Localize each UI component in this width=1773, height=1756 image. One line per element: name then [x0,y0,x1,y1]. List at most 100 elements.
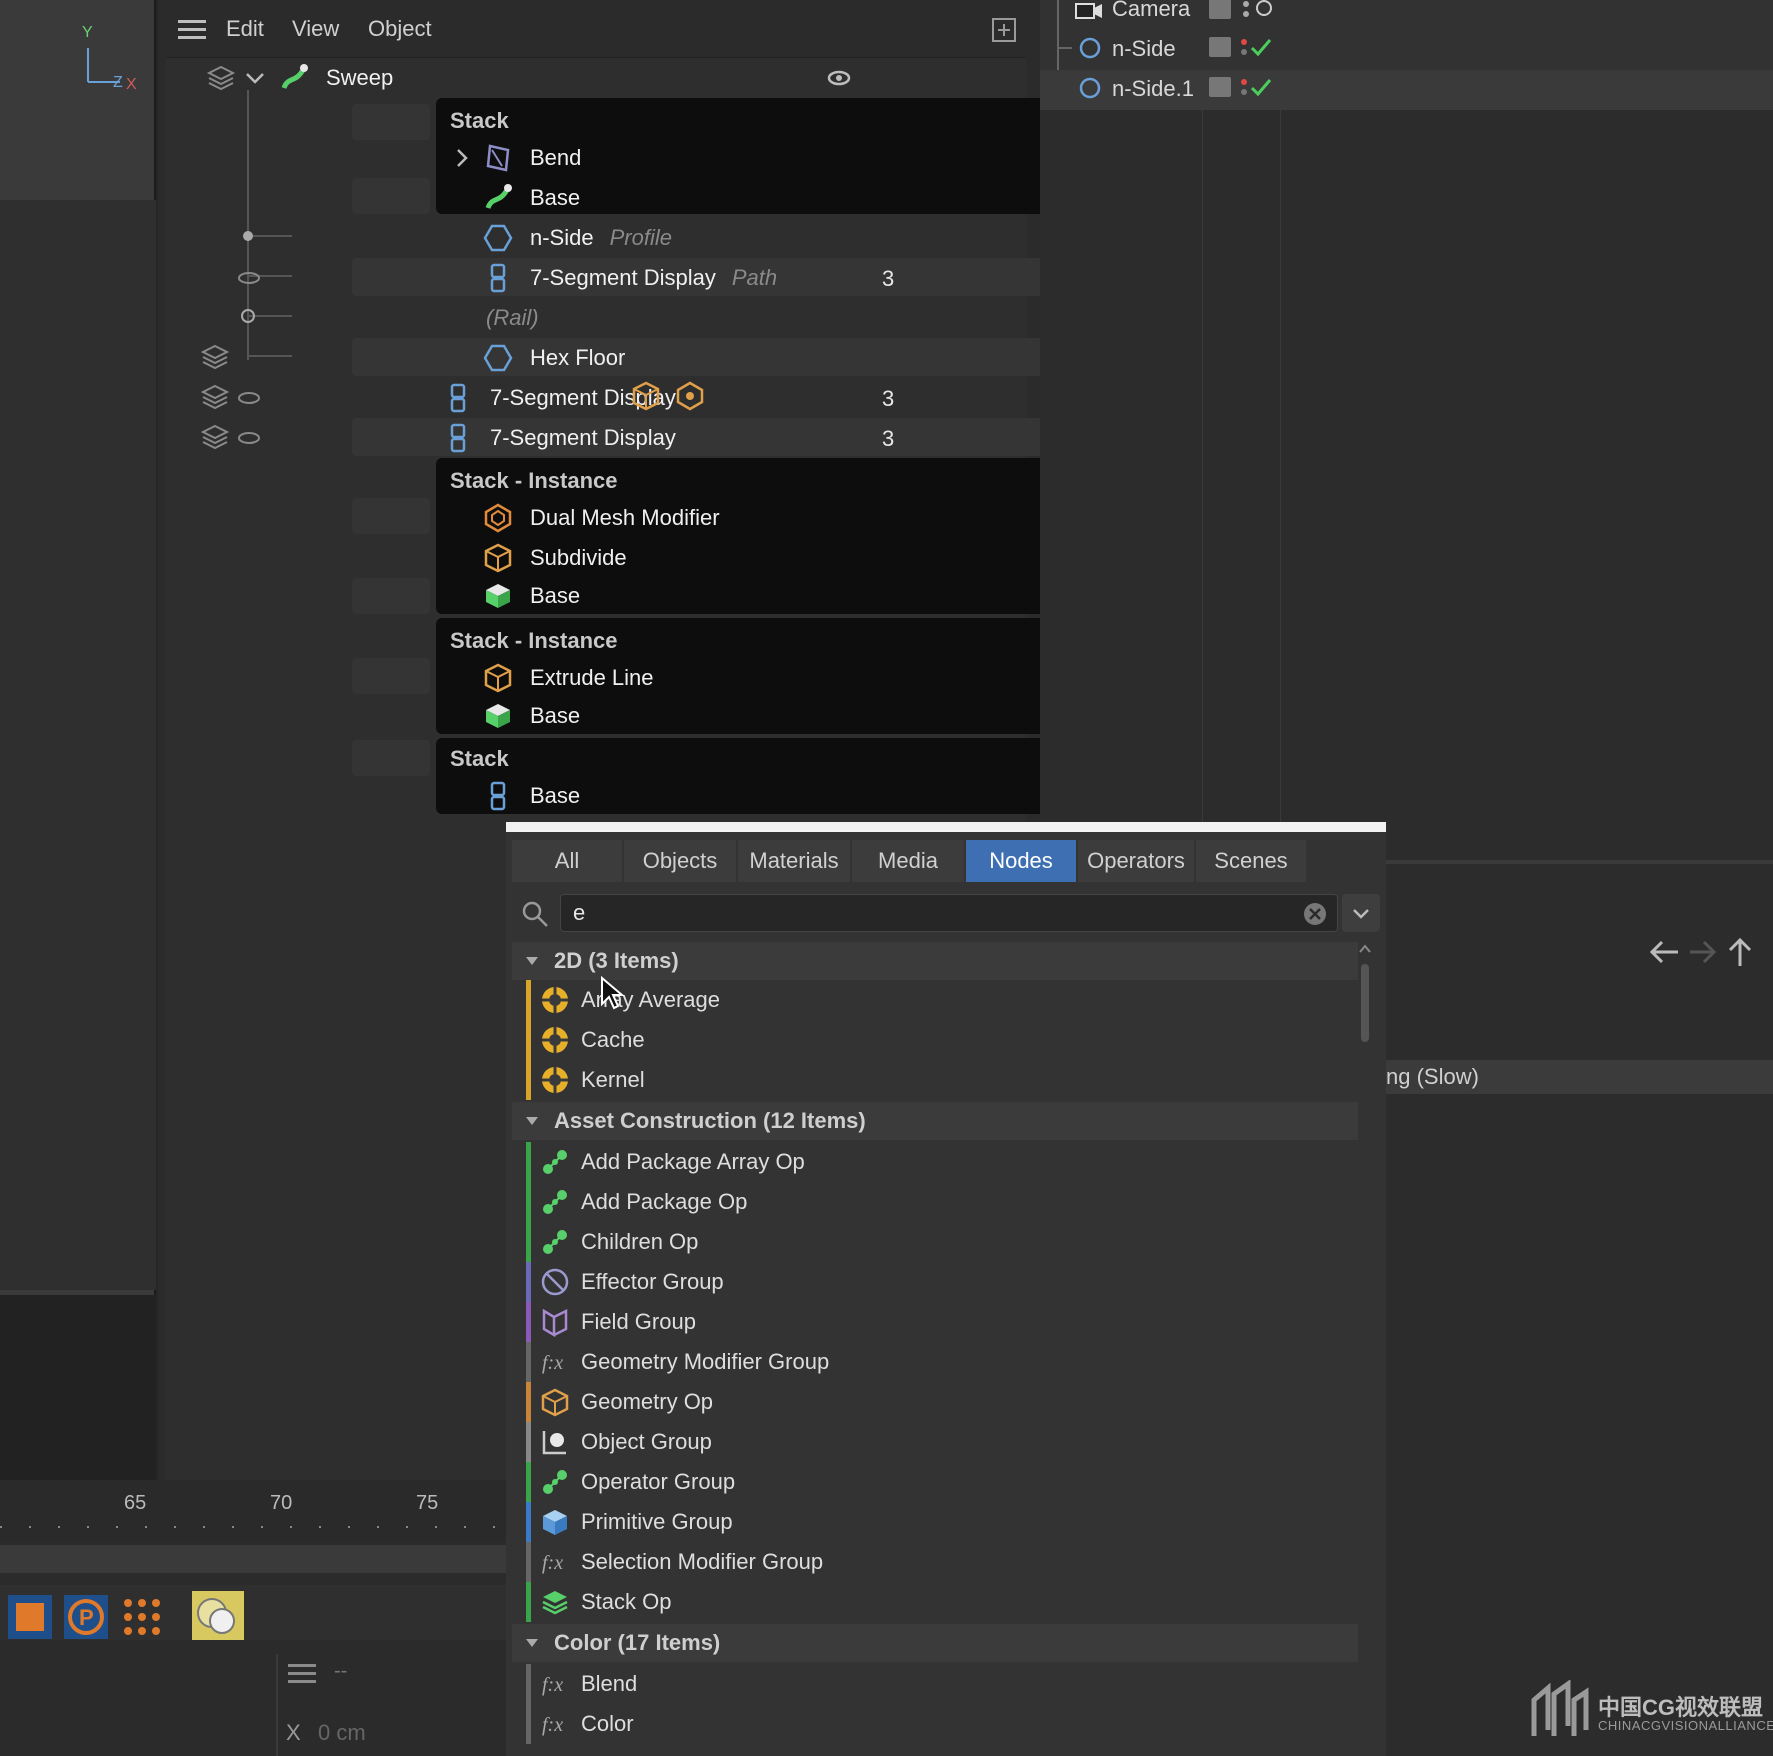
geometry-op-icon [541,1388,569,1417]
mode-row[interactable]: ng (Slow) [1386,1060,1773,1094]
list-item[interactable]: f:x Selection Modifier Group [526,1542,1358,1582]
menu-object[interactable]: Object [368,16,432,42]
collapse-arrow-icon[interactable] [526,955,538,967]
scrollbar-thumb[interactable] [1361,964,1369,1042]
list-item[interactable]: Object Group [526,1422,1358,1462]
search-input[interactable] [560,894,1338,932]
tree-row-seg3[interactable]: 7-Segment Display [442,420,676,456]
group-header-asset-construction[interactable]: Asset Construction (12 Items) [512,1102,1358,1140]
tree-row-base[interactable]: Base [482,180,580,216]
target-tag-icon[interactable] [1240,0,1276,22]
list-item[interactable]: Primitive Group [526,1502,1358,1542]
check-icon[interactable] [1240,76,1276,100]
scheme-icon[interactable] [190,1589,246,1645]
tree-row-sweep[interactable]: Sweep [206,60,1006,96]
menu-view[interactable]: View [292,16,339,42]
tree-row-subdivide[interactable]: Subdivide [482,540,627,576]
list-item[interactable]: f:x Blend [526,1664,1358,1704]
tab-scenes[interactable]: Scenes [1196,840,1306,882]
parameter-key-icon[interactable]: P [62,1593,110,1641]
seg2-count: 3 [882,386,895,411]
layers-icon[interactable] [200,382,230,412]
tree-row-base[interactable]: Base [482,698,580,734]
link-icon[interactable] [236,268,262,288]
viewport-panel[interactable]: Y Z X [0,0,156,1480]
extrude-tag-icon[interactable] [674,380,706,412]
tab-nodes[interactable]: Nodes [966,840,1076,882]
tree-row-hex-floor[interactable]: Hex Floor [482,340,625,376]
polygon-base-icon [486,704,510,728]
search-options-button[interactable] [1342,894,1380,932]
tree-row-dual-mesh[interactable]: Dual Mesh Modifier [482,500,720,536]
timeline-track[interactable] [0,1545,506,1573]
list-item[interactable]: f:x Color [526,1704,1358,1744]
function-icon: f:x [542,1714,563,1736]
subdivide-tag-icon[interactable] [630,380,662,412]
list-item[interactable]: f:x Geometry Modifier Group [526,1342,1358,1382]
list-item[interactable]: Operator Group [526,1462,1358,1502]
tree-row-base[interactable]: Base [482,578,580,614]
scroll-up-arrow-icon[interactable] [1358,942,1372,956]
scene-item-nside[interactable]: n-Side [1040,30,1773,70]
hamburger-menu-icon[interactable] [288,1662,318,1684]
tab-all[interactable]: All [512,840,622,882]
tab-operators[interactable]: Operators [1078,840,1194,882]
visibility-toggle-icon[interactable] [826,68,852,88]
scene-item-nside1[interactable]: n-Side.1 [1040,70,1773,110]
base-label: Base [530,703,581,728]
list-item[interactable]: Geometry Op [526,1382,1358,1422]
placeholder-dash: -- [334,1660,348,1682]
list-item[interactable]: Stack Op [526,1582,1358,1622]
list-item[interactable]: Cache [526,1020,1358,1060]
new-panel-icon[interactable] [992,18,1016,42]
keyframe-icon[interactable] [6,1593,54,1641]
back-arrow-icon[interactable] [1646,938,1682,966]
tab-materials[interactable]: Materials [738,840,850,882]
tab-media[interactable]: Media [852,840,964,882]
tree-row-bend[interactable]: Bend [450,140,581,176]
seven-segment-icon [490,781,506,811]
chevron-down-icon[interactable] [242,65,268,91]
collapse-arrow-icon[interactable] [526,1115,538,1127]
tree-row-extrude-line[interactable]: Extrude Line [482,660,654,696]
link-icon[interactable] [236,428,262,448]
timeline[interactable]: 65 70 75 [0,1480,506,1540]
base-label: Base [530,783,581,808]
tree-row-seg-path[interactable]: 7-Segment Display Path [482,260,777,296]
svg-text:P: P [79,1605,94,1630]
group-header-2d[interactable]: 2D (3 Items) [512,942,1358,980]
link-icon[interactable] [236,388,262,408]
collapse-arrow-icon[interactable] [526,1637,538,1649]
clear-search-icon[interactable] [1302,901,1328,927]
tab-objects[interactable]: Objects [624,840,736,882]
coordinates-panel: -- X 0 cm [0,1640,506,1756]
chevron-right-icon[interactable] [450,145,472,171]
layers-icon[interactable] [200,422,230,452]
list-item[interactable]: Kernel [526,1060,1358,1100]
layers-icon[interactable] [200,342,230,372]
tree-row-rail[interactable]: (Rail) [486,300,539,336]
up-arrow-icon[interactable] [1726,936,1754,968]
edit-tag-icon[interactable] [1208,36,1232,60]
menu-edit[interactable]: Edit [226,16,264,42]
forward-arrow-icon[interactable] [1686,938,1718,966]
edit-tag-icon[interactable] [1208,76,1232,100]
edit-tag-icon[interactable] [1208,0,1232,22]
list-item[interactable]: Field Group [526,1302,1358,1342]
list-item[interactable]: Add Package Array Op [526,1142,1358,1182]
list-scrollbar[interactable] [1358,942,1372,1756]
list-item[interactable]: Add Package Op [526,1182,1358,1222]
gutter-cell [352,578,430,614]
check-icon[interactable] [1240,36,1276,60]
search-icon [522,901,548,927]
point-level-icon[interactable] [118,1593,166,1641]
hamburger-menu-icon[interactable] [178,18,208,40]
group-header-color[interactable]: Color (17 Items) [512,1624,1358,1662]
list-item[interactable]: Array Average [526,980,1358,1020]
tree-row-nside[interactable]: n-Side Profile [482,220,672,256]
tree-row-base[interactable]: Base [482,778,580,814]
list-item[interactable]: Children Op [526,1222,1358,1262]
x-coordinate-field[interactable]: 0 cm [318,1720,366,1746]
list-item[interactable]: Effector Group [526,1262,1358,1302]
layers-icon[interactable] [206,63,236,93]
